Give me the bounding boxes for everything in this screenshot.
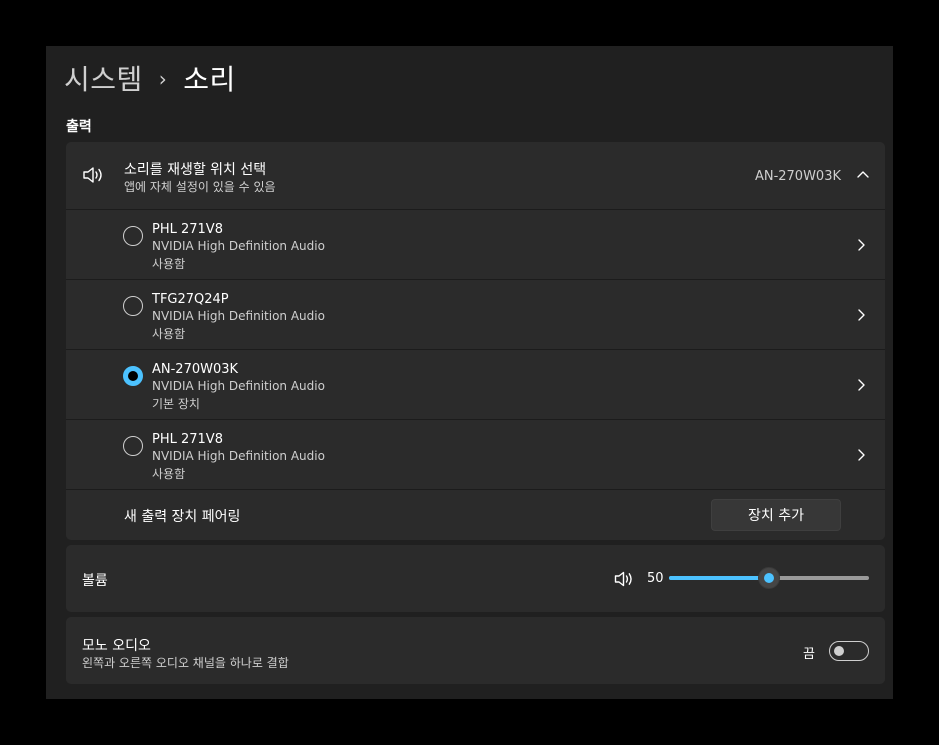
settings-window: 시스템 › 소리 출력 소리를 재생할 위치 선택 앱에 자체 설정이 있을 수… bbox=[46, 46, 893, 699]
device-driver: NVIDIA High Definition Audio bbox=[152, 239, 325, 253]
volume-card: 볼륨 50 bbox=[66, 545, 885, 612]
device-name: PHL 271V8 bbox=[152, 432, 223, 447]
output-selector-subtitle: 앱에 자체 설정이 있을 수 있음 bbox=[124, 180, 276, 194]
device-name: TFG27Q24P bbox=[152, 292, 229, 307]
breadcrumb-separator: › bbox=[158, 67, 168, 91]
breadcrumb: 시스템 › 소리 bbox=[64, 58, 236, 98]
device-driver: NVIDIA High Definition Audio bbox=[152, 379, 325, 393]
volume-label: 볼륨 bbox=[82, 573, 108, 589]
device-status: 사용함 bbox=[152, 467, 186, 481]
device-radio-selected[interactable] bbox=[123, 366, 143, 386]
pair-output-label: 새 출력 장치 페어링 bbox=[124, 509, 241, 525]
device-status: 사용함 bbox=[152, 327, 186, 341]
output-device-row[interactable]: PHL 271V8 NVIDIA High Definition Audio 사… bbox=[66, 210, 885, 280]
output-device-row[interactable]: TFG27Q24P NVIDIA High Definition Audio 사… bbox=[66, 280, 885, 350]
mono-audio-state: 끔 bbox=[803, 647, 815, 662]
device-name: PHL 271V8 bbox=[152, 222, 223, 237]
add-device-button[interactable]: 장치 추가 bbox=[711, 499, 841, 531]
volume-slider[interactable] bbox=[669, 567, 869, 589]
mono-audio-subtitle: 왼쪽과 오른쪽 오디오 채널을 하나로 결합 bbox=[82, 656, 289, 670]
device-radio[interactable] bbox=[123, 226, 143, 246]
chevron-right-icon[interactable] bbox=[857, 378, 865, 392]
device-name: AN-270W03K bbox=[152, 362, 239, 377]
output-device-row-selected[interactable]: AN-270W03K NVIDIA High Definition Audio … bbox=[66, 350, 885, 420]
mono-audio-title: 모노 오디오 bbox=[82, 638, 151, 654]
mono-audio-card: 모노 오디오 왼쪽과 오른쪽 오디오 채널을 하나로 결합 끔 bbox=[66, 617, 885, 684]
volume-slider-thumb[interactable] bbox=[758, 567, 780, 589]
output-device-selector[interactable]: 소리를 재생할 위치 선택 앱에 자체 설정이 있을 수 있음 AN-270W0… bbox=[66, 142, 885, 210]
speaker-icon bbox=[83, 167, 102, 183]
output-device-row[interactable]: PHL 271V8 NVIDIA High Definition Audio 사… bbox=[66, 420, 885, 490]
output-selector-title: 소리를 재생할 위치 선택 bbox=[124, 162, 267, 178]
device-status: 기본 장치 bbox=[152, 397, 200, 411]
toggle-knob bbox=[834, 646, 844, 656]
chevron-right-icon[interactable] bbox=[857, 238, 865, 252]
output-selected-device: AN-270W03K bbox=[754, 169, 841, 184]
pair-output-device-row: 새 출력 장치 페어링 장치 추가 bbox=[66, 490, 885, 540]
mono-audio-toggle[interactable] bbox=[829, 641, 869, 661]
device-radio[interactable] bbox=[123, 436, 143, 456]
device-radio[interactable] bbox=[123, 296, 143, 316]
page-title: 소리 bbox=[183, 63, 236, 96]
section-title-output: 출력 bbox=[66, 119, 92, 135]
volume-slider-fill bbox=[669, 576, 769, 580]
speaker-icon[interactable] bbox=[614, 570, 634, 588]
device-driver: NVIDIA High Definition Audio bbox=[152, 449, 325, 463]
chevron-right-icon[interactable] bbox=[857, 308, 865, 322]
output-card: 소리를 재생할 위치 선택 앱에 자체 설정이 있을 수 있음 AN-270W0… bbox=[66, 142, 885, 540]
chevron-up-icon[interactable] bbox=[857, 169, 869, 179]
volume-value: 50 bbox=[647, 571, 664, 586]
breadcrumb-system[interactable]: 시스템 bbox=[64, 58, 143, 98]
chevron-right-icon[interactable] bbox=[857, 448, 865, 462]
device-status: 사용함 bbox=[152, 257, 186, 271]
device-driver: NVIDIA High Definition Audio bbox=[152, 309, 325, 323]
